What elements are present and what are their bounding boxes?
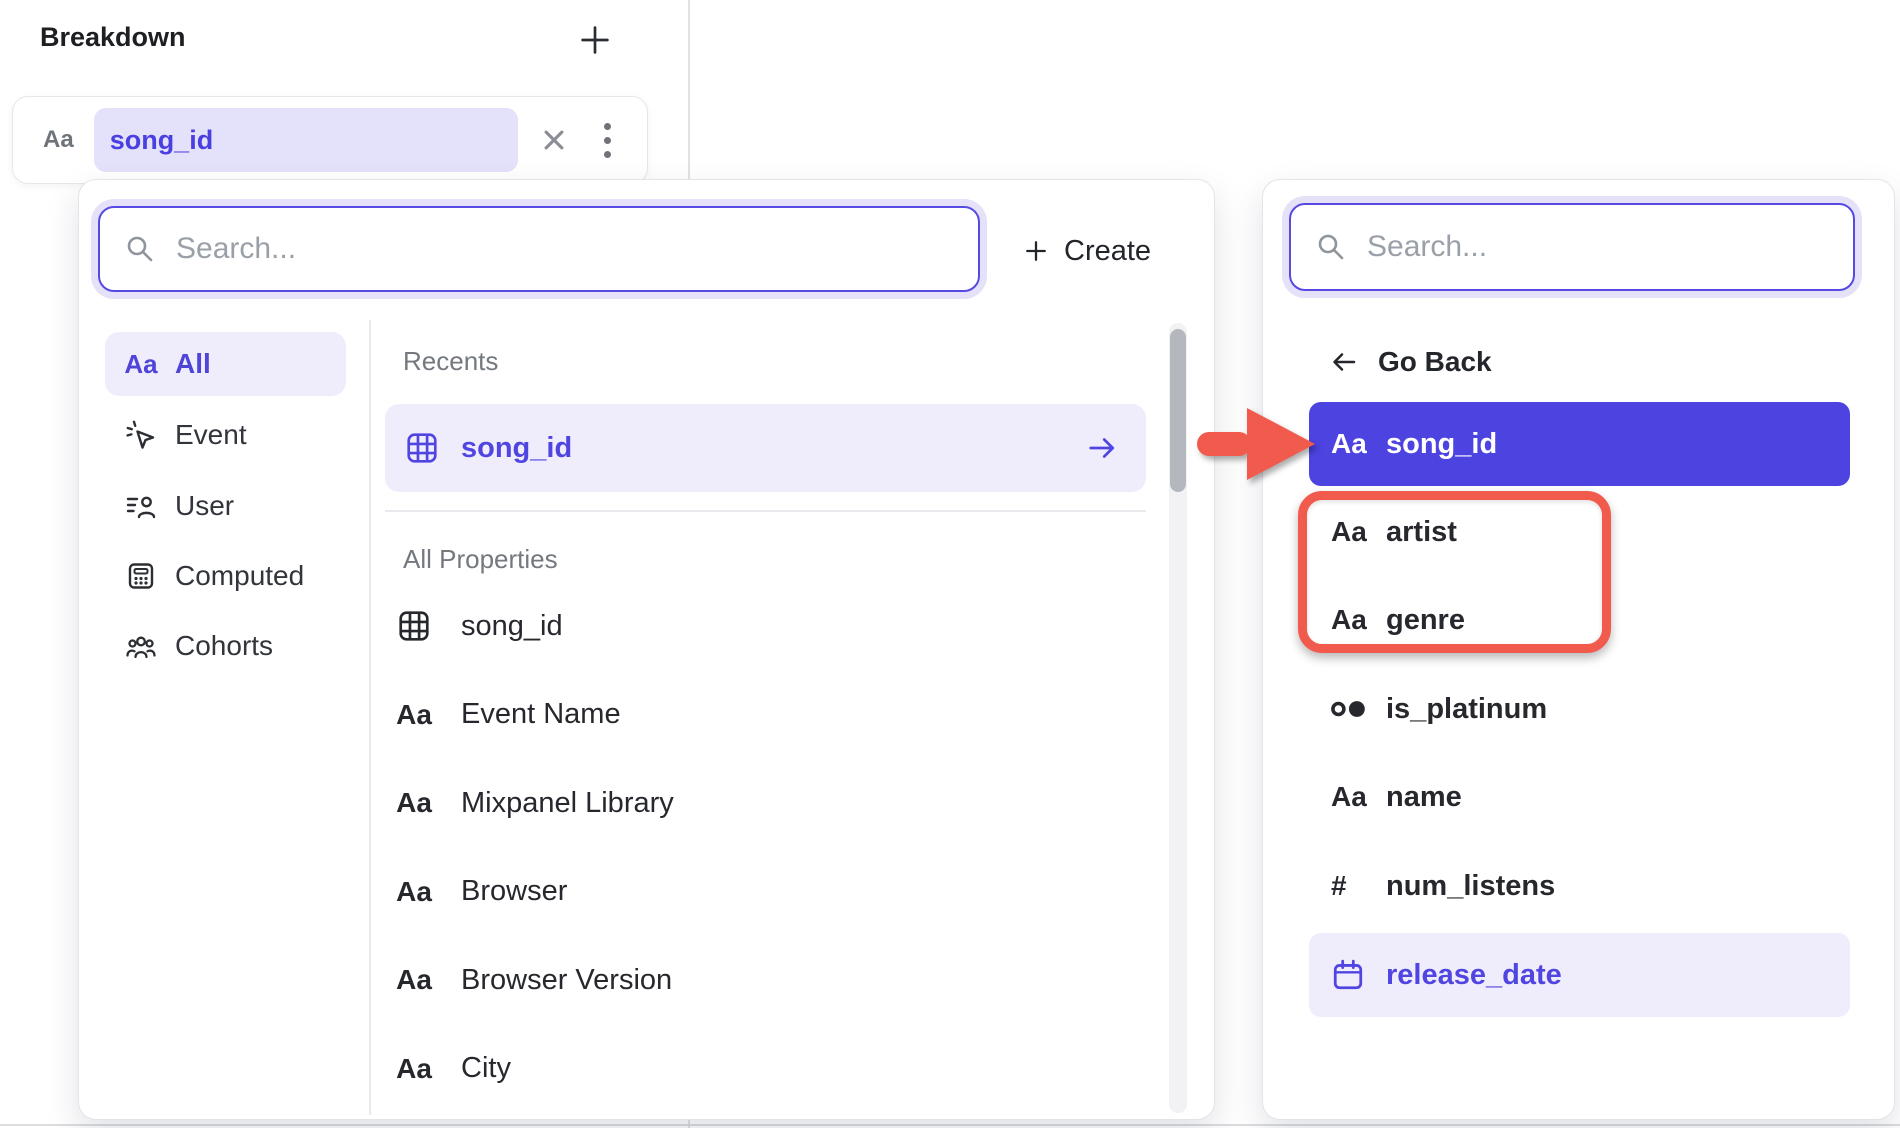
kebab-icon [604, 123, 611, 130]
number-type-icon: # [1331, 870, 1377, 902]
sub-property-row-release-date[interactable]: release_date [1309, 933, 1850, 1017]
sub-property-panel: Go Back Aa song_id Aa artist Aa genre is… [1262, 179, 1895, 1120]
go-back-button[interactable]: Go Back [1309, 338, 1492, 386]
category-tab-event[interactable]: Event [105, 403, 346, 467]
back-arrow-icon [1328, 346, 1360, 378]
text-type-icon: Aa [393, 787, 435, 819]
create-property-button[interactable]: Create [1014, 216, 1159, 286]
sub-property-row-artist[interactable]: Aa artist [1309, 490, 1850, 574]
property-row-mixpanel-library[interactable]: Aa Mixpanel Library [385, 759, 1146, 848]
event-icon [123, 419, 159, 451]
section-divider [385, 510, 1146, 512]
remove-breakdown-button[interactable] [536, 122, 572, 158]
text-type-icon: Aa [393, 964, 435, 996]
category-tab-user[interactable]: User [105, 474, 346, 538]
sub-property-row-genre[interactable]: Aa genre [1309, 578, 1850, 662]
all-properties-section-header: All Properties [385, 544, 1146, 582]
category-tab-cohorts[interactable]: Cohorts [105, 614, 346, 678]
sub-property-search-box [1289, 203, 1855, 291]
text-type-icon: Aa [393, 876, 435, 908]
table-grid-icon [393, 609, 435, 643]
breakdown-chip[interactable]: song_id [94, 108, 518, 172]
search-icon [1315, 231, 1347, 263]
search-icon [124, 233, 156, 265]
search-input[interactable] [1367, 230, 1853, 264]
create-label: Create [1064, 235, 1151, 268]
property-row-browser[interactable]: Aa Browser [385, 848, 1146, 937]
property-row-event-name[interactable]: Aa Event Name [385, 671, 1146, 760]
boolean-type-icon [1331, 696, 1377, 722]
text-type-icon: Aa [1331, 781, 1377, 813]
category-tab-computed[interactable]: Computed [105, 544, 346, 608]
search-input[interactable] [176, 232, 978, 266]
plus-icon [1022, 237, 1050, 265]
breakdown-chip-label: song_id [110, 125, 214, 156]
add-breakdown-button[interactable] [577, 22, 613, 58]
category-tab-all[interactable]: Aa All [105, 332, 346, 396]
property-row-song-id[interactable]: song_id [385, 582, 1146, 671]
breakdown-section-title: Breakdown [40, 22, 186, 53]
property-picker-panel: Create Aa All Event User Computed Cohort… [78, 179, 1215, 1120]
text-type-icon: Aa [393, 1053, 435, 1085]
text-type-icon: Aa [393, 699, 435, 731]
sub-property-row-num-listens[interactable]: # num_listens [1309, 844, 1850, 928]
scrollbar-track[interactable] [1169, 323, 1187, 1113]
property-search-box [98, 206, 980, 292]
close-icon [536, 122, 572, 158]
table-grid-icon [405, 431, 439, 465]
plus-icon [577, 22, 613, 58]
drill-in-arrow-icon [1084, 430, 1120, 466]
text-type-icon: Aa [1331, 428, 1377, 460]
text-type-icon: Aa [123, 349, 159, 380]
sub-property-row-name[interactable]: Aa name [1309, 755, 1850, 839]
property-list: Recents song_id All Properties song_id A… [385, 320, 1146, 1113]
property-row-city[interactable]: Aa City [385, 1025, 1146, 1114]
breakdown-options-button[interactable] [600, 119, 615, 162]
text-type-icon: Aa [43, 126, 74, 154]
calendar-icon [1331, 958, 1377, 992]
sub-property-row-song-id[interactable]: Aa song_id [1309, 402, 1850, 486]
recents-section-header: Recents [385, 346, 1146, 382]
scrollbar-thumb[interactable] [1170, 329, 1186, 492]
recent-property-song-id[interactable]: song_id [385, 404, 1146, 492]
cohorts-icon [123, 630, 159, 662]
computed-icon [123, 560, 159, 592]
background-bottom-divider [0, 1124, 1900, 1126]
text-type-icon: Aa [1331, 604, 1377, 636]
property-row-browser-version[interactable]: Aa Browser Version [385, 936, 1146, 1025]
breakdown-chip-card: Aa song_id [12, 96, 648, 184]
sub-property-row-is-platinum[interactable]: is_platinum [1309, 667, 1850, 751]
sidebar-divider [369, 320, 371, 1115]
user-icon [123, 490, 159, 522]
text-type-icon: Aa [1331, 516, 1377, 548]
